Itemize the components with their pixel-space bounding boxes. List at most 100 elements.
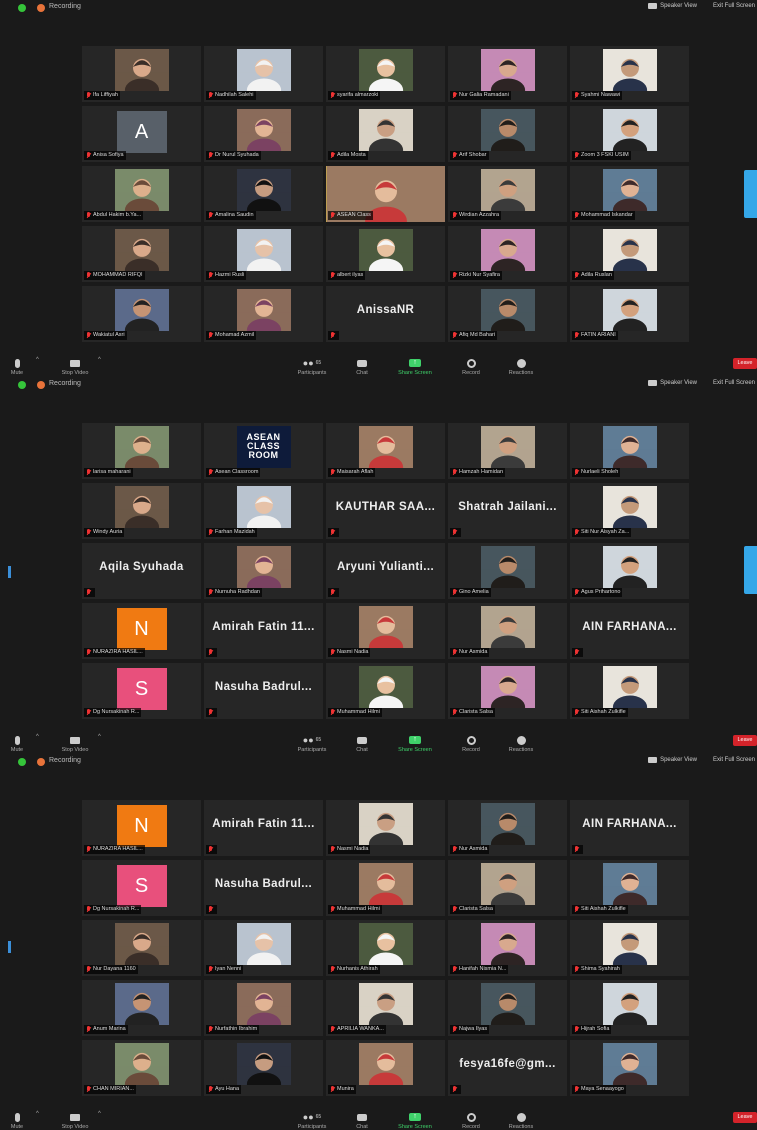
participant-tile[interactable]: Hanifah Nismia N... [448,920,567,976]
participant-tile[interactable]: Abdul Hakim b.Ya... [82,166,201,222]
participant-tile[interactable]: Mohamad Azmil [204,286,323,342]
participant-tile[interactable]: A Anisa Sofiya [82,106,201,162]
side-panel-handle[interactable] [744,170,757,218]
gallery-prev-page-handle[interactable] [8,566,11,578]
security-shield-icon[interactable] [18,758,26,766]
exit-fullscreen-button[interactable]: Exit Full Screen [713,380,755,386]
participant-tile[interactable]: Farhan Mazidah [204,483,323,539]
share-screen-button[interactable]: ↑ Share Screen [390,356,440,376]
participant-tile[interactable]: Adila Ruslan [570,226,689,282]
participant-tile[interactable]: ASEAN Class [326,166,445,222]
participant-tile[interactable]: Nasmi Nadia [326,603,445,659]
participant-tile[interactable]: Shima Syahirah [570,920,689,976]
participant-tile[interactable]: Siti Aishah Zulkifle [570,663,689,719]
participant-tile[interactable]: Wirdian Azzahra [448,166,567,222]
participant-tile[interactable]: Afiq Md Bahari [448,286,567,342]
participant-tile[interactable]: FATIN ARIANI [570,286,689,342]
security-shield-icon[interactable] [18,381,26,389]
participant-tile[interactable]: N NURAZIRA HASIL... [82,800,201,856]
participant-tile[interactable]: Adila Mosta [326,106,445,162]
participant-tile[interactable]: CHAN MIRIAN... [82,1040,201,1096]
participant-tile[interactable]: S Dg Nursakinah R... [82,860,201,916]
participant-tile[interactable]: Nurfathin Ibrahim [204,980,323,1036]
participant-tile[interactable]: MOHAMMAD RIFQI [82,226,201,282]
participant-tile[interactable]: Amirah Fatin 11... [204,800,323,856]
participant-tile[interactable]: AnissaNR [326,286,445,342]
participant-tile[interactable]: Siti Aishah Zulkifle [570,860,689,916]
participant-tile[interactable]: N NURAZIRA HASIL... [82,603,201,659]
participant-tile[interactable]: Arif Shobar [448,106,567,162]
exit-fullscreen-button[interactable]: Exit Full Screen [713,757,755,763]
participant-tile[interactable]: Maya Senaayogo [570,1040,689,1096]
participant-tile[interactable]: Dr Nurul Syuhada [204,106,323,162]
participant-tile[interactable]: Nurhanis Athirah [326,920,445,976]
participant-tile[interactable]: Nadhilah Salehi [204,46,323,102]
participant-tile[interactable]: Anum Marina [82,980,201,1036]
participant-tile[interactable]: Nur Asmida [448,800,567,856]
participant-tile[interactable]: AIN FARHANA... [570,800,689,856]
record-button[interactable]: Record [446,1110,496,1130]
reactions-button[interactable]: Reactions [496,356,546,376]
participant-tile[interactable]: Gino Amelia [448,543,567,599]
participant-tile[interactable]: Amirah Fatin 11... [204,603,323,659]
participant-tile[interactable]: Amalina Saudin [204,166,323,222]
participant-tile[interactable]: Maisarah Aflah [326,423,445,479]
participant-tile[interactable]: albert ilyas [326,226,445,282]
participant-tile[interactable]: KAUTHAR SAA... [326,483,445,539]
participant-tile[interactable]: AIN FARHANA... [570,603,689,659]
participant-tile[interactable]: S Dg Nursakinah R... [82,663,201,719]
participant-tile[interactable]: Ayu Hana [204,1040,323,1096]
leave-button[interactable]: Leave [733,1112,757,1123]
record-button[interactable]: Record [446,733,496,753]
participant-tile[interactable]: Hazmi Rusli [204,226,323,282]
participant-tile[interactable]: Mohammad Iskandar [570,166,689,222]
participants-button[interactable]: ●● 65 Participants [287,356,337,376]
participant-tile[interactable]: Nur Galia Ramadani [448,46,567,102]
participant-tile[interactable]: Muhammad Hilmi [326,663,445,719]
participant-tile[interactable]: Clarista Salsa [448,860,567,916]
participant-tile[interactable]: Hijrah Sofia [570,980,689,1036]
record-button[interactable]: Record [446,356,496,376]
chat-button[interactable]: Chat [337,1110,387,1130]
share-screen-button[interactable]: ↑ Share Screen [390,1110,440,1130]
video-options-caret-icon[interactable]: ^ [98,1111,101,1117]
participant-tile[interactable]: Munira [326,1040,445,1096]
stop-video-button[interactable]: Stop Video [50,1110,100,1130]
participant-tile[interactable]: Shatrah Jailani... [448,483,567,539]
participant-tile[interactable]: syarifa almarzoki [326,46,445,102]
exit-fullscreen-button[interactable]: Exit Full Screen [713,3,755,9]
participants-button[interactable]: ●● 65 Participants [287,733,337,753]
participant-tile[interactable]: Nur Dayana 1160 [82,920,201,976]
audio-options-caret-icon[interactable]: ^ [36,357,39,363]
participant-tile[interactable]: Syahmi Nawawi [570,46,689,102]
reactions-button[interactable]: Reactions [496,733,546,753]
participant-tile[interactable]: Clarista Salsa [448,663,567,719]
participant-tile[interactable]: Windy Auria [82,483,201,539]
participant-tile[interactable]: Aqila Syuhada [82,543,201,599]
participant-tile[interactable]: APRILIA WANKA... [326,980,445,1036]
video-options-caret-icon[interactable]: ^ [98,357,101,363]
participant-tile[interactable]: Hamzah Hamidan [448,423,567,479]
participant-tile[interactable]: Aryuni Yulianti... [326,543,445,599]
participant-tile[interactable]: Agus Prihartono [570,543,689,599]
side-panel-handle[interactable] [744,546,757,594]
participant-tile[interactable]: larisa maharani [82,423,201,479]
security-shield-icon[interactable] [18,4,26,12]
participant-tile[interactable]: Nurnuha Radhdan [204,543,323,599]
reactions-button[interactable]: Reactions [496,1110,546,1130]
video-options-caret-icon[interactable]: ^ [98,734,101,740]
participant-tile[interactable]: Najwa Ilyas [448,980,567,1036]
participant-tile[interactable]: Nurlaeli Sholeh [570,423,689,479]
chat-button[interactable]: Chat [337,733,387,753]
participant-tile[interactable]: Rizki Nur Syafira [448,226,567,282]
audio-options-caret-icon[interactable]: ^ [36,1111,39,1117]
participant-tile[interactable]: Nur Asmida [448,603,567,659]
stop-video-button[interactable]: Stop Video [50,356,100,376]
participant-tile[interactable]: Nasmi Nadia [326,800,445,856]
speaker-view-button[interactable]: Speaker View [648,380,697,386]
speaker-view-button[interactable]: Speaker View [648,3,697,9]
speaker-view-button[interactable]: Speaker View [648,757,697,763]
stop-video-button[interactable]: Stop Video [50,733,100,753]
chat-button[interactable]: Chat [337,356,387,376]
audio-options-caret-icon[interactable]: ^ [36,734,39,740]
